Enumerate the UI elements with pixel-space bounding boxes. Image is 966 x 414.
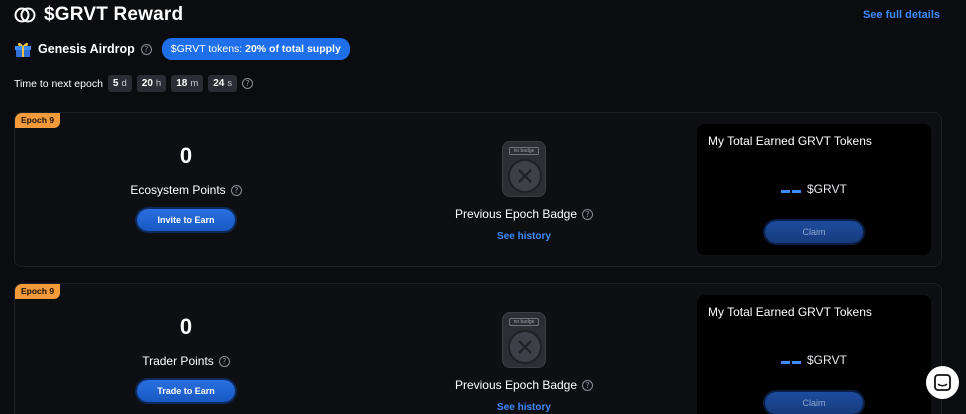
x-icon [508, 159, 542, 193]
timer-minutes: 18 m [171, 75, 204, 92]
chat-support-button[interactable] [926, 366, 959, 399]
points-value: 0 [179, 143, 193, 168]
badge-label: Previous Epoch Badge [454, 207, 578, 221]
timer-hours: 20 h [136, 75, 167, 92]
gift-icon [15, 42, 31, 57]
earned-unit: $GRVT [807, 182, 847, 196]
earned-title: My Total Earned GRVT Tokens [708, 305, 872, 319]
badge-image-text: no badge [509, 318, 539, 326]
chat-icon [934, 374, 951, 391]
trade-to-earn-button[interactable]: Trade to Earn [137, 380, 235, 402]
grvt-logo-icon [14, 7, 36, 23]
claim-button[interactable]: Claim [765, 392, 863, 414]
earned-value: $GRVT [781, 353, 847, 367]
help-icon[interactable]: ? [218, 355, 230, 367]
points-value: 0 [179, 314, 193, 339]
help-icon[interactable]: ? [140, 43, 152, 55]
timer-seconds: 24 s [208, 75, 238, 92]
epoch-tag: Epoch 9 [15, 284, 61, 299]
help-icon[interactable]: ? [230, 184, 242, 196]
epoch-tag: Epoch 9 [15, 113, 61, 128]
epoch-timer: Time to next epoch 5d 20 h 18 m 24 s ? [14, 75, 254, 92]
badge-section: no badge Previous Epoch Badge ? See hist… [435, 284, 613, 413]
no-badge-image: no badge [502, 312, 546, 368]
help-icon[interactable]: ? [242, 78, 254, 89]
earned-title: My Total Earned GRVT Tokens [708, 134, 872, 148]
loading-dashes [781, 361, 801, 364]
loading-dashes [781, 190, 801, 193]
badge-label-row: Previous Epoch Badge ? [435, 207, 613, 221]
supply-badge: $GRVT tokens: 20% of total supply [161, 38, 350, 60]
claim-button[interactable]: Claim [765, 221, 863, 243]
points-label: Trader Points [142, 354, 214, 368]
help-icon[interactable]: ? [582, 208, 594, 220]
see-full-details-link[interactable]: See full details [863, 9, 940, 21]
title-group: $GRVT Reward [14, 4, 183, 26]
points-section: 0 Ecosystem Points ? Invite to Earn [111, 113, 261, 231]
points-label-row: Trader Points ? [111, 354, 261, 368]
airdrop-label: Genesis Airdrop [38, 42, 135, 56]
trader-reward-card: Epoch 9 0 Trader Points ? Trade to Earn … [14, 283, 942, 414]
see-history-link[interactable]: See history [435, 231, 613, 242]
help-icon[interactable]: ? [582, 379, 594, 391]
earned-unit: $GRVT [807, 353, 847, 367]
points-label: Ecosystem Points [130, 183, 226, 197]
page-title: $GRVT Reward [44, 4, 184, 25]
badge-label: Previous Epoch Badge [454, 378, 578, 392]
ecosystem-reward-card: Epoch 9 0 Ecosystem Points ? Invite to E… [14, 112, 942, 267]
page-header: $GRVT Reward See full details [14, 4, 944, 28]
badge-label-row: Previous Epoch Badge ? [435, 378, 613, 392]
supply-badge-prefix: $GRVT tokens: [170, 43, 243, 55]
invite-to-earn-button[interactable]: Invite to Earn [137, 209, 235, 231]
airdrop-row: Genesis Airdrop ? $GRVT tokens: 20% of t… [14, 38, 350, 60]
points-section: 0 Trader Points ? Trade to Earn [111, 284, 261, 402]
earned-tokens-panel: My Total Earned GRVT Tokens $GRVT Claim [697, 124, 931, 255]
supply-badge-value: 20% of total supply [245, 43, 341, 55]
badge-section: no badge Previous Epoch Badge ? See hist… [435, 113, 613, 242]
see-history-link[interactable]: See history [435, 402, 613, 413]
earned-tokens-panel: My Total Earned GRVT Tokens $GRVT Claim [697, 295, 931, 414]
timer-days: 5d [107, 75, 132, 92]
points-label-row: Ecosystem Points ? [111, 183, 261, 197]
earned-value: $GRVT [781, 182, 847, 196]
no-badge-image: no badge [502, 141, 546, 197]
badge-image-text: no badge [509, 147, 539, 155]
timer-label: Time to next epoch [14, 77, 103, 90]
x-icon [508, 330, 542, 364]
